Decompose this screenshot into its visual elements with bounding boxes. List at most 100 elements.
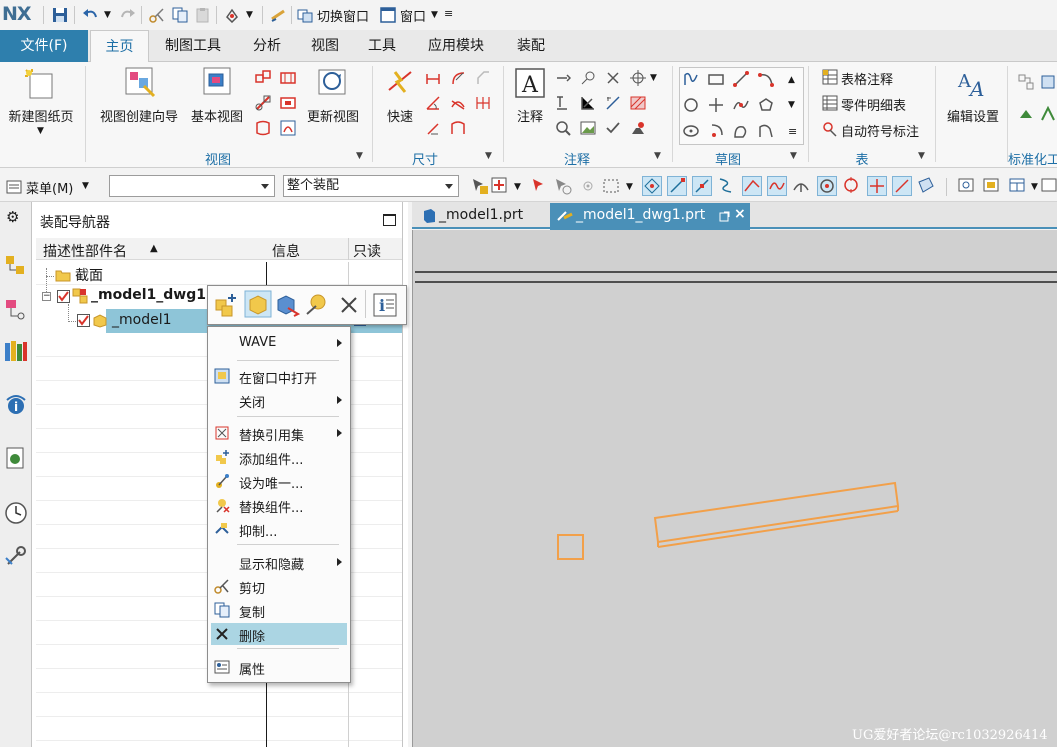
graphics-window[interactable] [412, 230, 1057, 747]
group-more-annotation-icon[interactable]: ▼ [654, 151, 661, 161]
menu-item-properties[interactable]: 属性 [239, 659, 265, 678]
fit-window-icon[interactable] [982, 176, 1002, 196]
check-mark-icon[interactable] [605, 120, 621, 136]
information-icon[interactable]: i [3, 392, 29, 418]
lasso-select-icon[interactable] [553, 176, 573, 196]
parts-list-button[interactable]: 零件明细表 [841, 95, 906, 114]
general-selection-icon[interactable] [470, 176, 490, 196]
perimeter-dimension-icon[interactable] [425, 120, 441, 136]
undo-icon[interactable] [82, 7, 98, 23]
reuse-library-icon[interactable] [3, 339, 29, 363]
broken-view-icon[interactable] [280, 95, 296, 111]
surface-finish-icon[interactable] [555, 95, 571, 111]
tree-item-label[interactable]: 截面 [75, 265, 103, 285]
table-note-icon[interactable] [822, 69, 838, 85]
part-view-small-square[interactable] [557, 534, 584, 560]
paste-icon[interactable] [195, 7, 211, 23]
tab-model1-dwg1-prt[interactable]: _model1_dwg1.prt × [550, 203, 750, 230]
delete-annotation-icon[interactable] [605, 70, 621, 86]
menu-item-replace-component[interactable]: 替换组件... [239, 497, 303, 516]
quick-dimension-button[interactable]: 快速 [380, 106, 420, 125]
studio-spline-icon[interactable] [733, 97, 749, 113]
datum-feature-icon[interactable] [580, 70, 596, 86]
annotation-dropdown-icon[interactable]: ▼ [650, 73, 657, 83]
chamfer-icon[interactable] [758, 123, 774, 139]
quick-dimension-icon[interactable] [385, 68, 417, 98]
ordinate-dimension-icon[interactable] [450, 120, 466, 136]
switch-window-icon[interactable] [297, 7, 313, 23]
info-icon[interactable]: i [372, 292, 398, 318]
selection-scope-select[interactable]: 整个装配 [283, 175, 459, 197]
thickness-dimension-icon[interactable] [450, 95, 466, 111]
group-more-sketch-icon[interactable]: ▼ [790, 151, 797, 161]
part-view-bar[interactable] [653, 481, 900, 544]
view-wizard-button[interactable]: 视图创建向导 [96, 106, 182, 125]
column-header-name[interactable]: 描述性部件名 [43, 241, 127, 261]
web-browser-icon[interactable] [5, 446, 27, 472]
chamfer-dimension-icon[interactable] [475, 70, 491, 86]
customize-quick-access-icon[interactable]: ≡ [444, 7, 453, 20]
fillet-icon[interactable] [708, 123, 724, 139]
projected-view-icon[interactable] [255, 70, 271, 86]
menu-item-delete[interactable]: 删除 [239, 626, 265, 645]
sort-ascending-icon[interactable]: ▲ [150, 243, 158, 254]
menu-item-open-in-window[interactable]: 在窗口中打开 [239, 368, 317, 387]
image-icon[interactable] [580, 120, 596, 136]
tab-drafting-tools[interactable]: 制图工具 [155, 30, 231, 62]
line-icon[interactable] [733, 71, 749, 87]
auto-balloon-button[interactable]: 自动符号标注 [841, 121, 919, 140]
standard-tool-icon[interactable] [1018, 74, 1034, 90]
rectangle-select-icon[interactable] [602, 176, 622, 196]
select-all-icon[interactable] [490, 176, 510, 196]
window-menu-button[interactable]: 窗口 [400, 6, 426, 25]
make-work-part-icon[interactable] [244, 290, 272, 318]
menu-item-close[interactable]: 关闭 [239, 392, 265, 411]
polygon-icon[interactable] [758, 97, 774, 113]
weld-symbol-icon[interactable] [580, 95, 596, 111]
tab-application[interactable]: 应用模块 [418, 30, 494, 62]
rectangle-select-dropdown-icon[interactable]: ▼ [626, 182, 633, 192]
point-on-surface-icon[interactable] [917, 176, 937, 196]
update-view-icon[interactable] [317, 66, 349, 98]
auto-balloon-icon[interactable] [822, 121, 838, 137]
type-filter-select[interactable] [109, 175, 275, 197]
stamp-icon[interactable] [630, 120, 646, 136]
quadrant-point-icon[interactable] [842, 176, 862, 196]
repeat-command-icon[interactable] [270, 7, 286, 23]
layout-dropdown-icon[interactable]: ▼ [1031, 182, 1038, 192]
menu-item-cut[interactable]: 剪切 [239, 578, 265, 597]
new-sheet-button[interactable]: 新建图纸页 [5, 106, 77, 125]
close-tab-icon[interactable]: × [734, 206, 746, 222]
sketch-gallery-up-icon[interactable]: ▲ [788, 75, 795, 85]
replace-component-icon[interactable] [304, 292, 330, 318]
break-out-section-icon[interactable] [255, 120, 271, 136]
collapse-icon[interactable]: − [42, 292, 51, 301]
hatch-icon[interactable] [630, 95, 646, 111]
target-point-icon[interactable] [630, 70, 646, 86]
profile-icon[interactable] [683, 71, 699, 87]
add-component-icon[interactable] [214, 292, 240, 318]
menu-item-show-and-hide[interactable]: 显示和隐藏 [239, 554, 304, 573]
update-view-button[interactable]: 更新视图 [300, 106, 366, 125]
save-icon[interactable] [52, 7, 68, 23]
touch-mode-icon[interactable] [224, 7, 240, 23]
menu-item-add-component[interactable]: 添加组件... [239, 449, 303, 468]
angular-dimension-icon[interactable] [425, 95, 441, 111]
detail-view-icon[interactable] [280, 70, 296, 86]
window-icon[interactable] [380, 7, 396, 23]
sketch-gallery-expand-icon[interactable]: ≡ [788, 125, 797, 138]
ellipse-icon[interactable] [683, 123, 699, 139]
tab-view[interactable]: 视图 [302, 30, 348, 62]
menu-button[interactable]: 菜单(M) [26, 178, 73, 197]
column-header-info[interactable]: 信息 [272, 241, 300, 261]
base-view-button[interactable]: 基本视图 [186, 106, 248, 125]
control-point-icon[interactable] [717, 176, 737, 196]
undo-dropdown-icon[interactable]: ▼ [104, 10, 111, 20]
mid-point-icon[interactable] [692, 176, 712, 196]
edit-settings-icon[interactable]: AA [956, 67, 990, 99]
note-button[interactable]: 注释 [508, 106, 552, 125]
point-on-line-icon[interactable] [892, 176, 912, 196]
group-more-dimension-icon[interactable]: ▼ [485, 151, 492, 161]
arc-icon[interactable] [758, 71, 774, 87]
new-sheet-dropdown-icon[interactable]: ▼ [37, 126, 44, 136]
